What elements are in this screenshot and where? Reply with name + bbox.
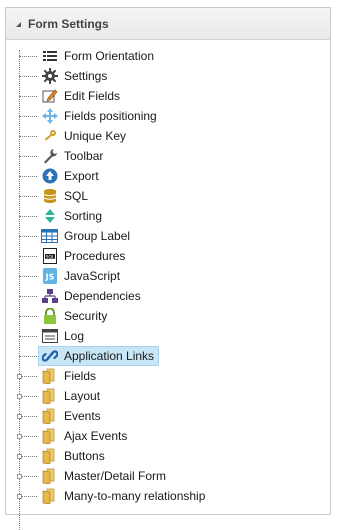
tree-item-label: Layout [64, 389, 101, 403]
chain-link-icon [41, 348, 58, 364]
tree-item[interactable]: Group Label [6, 226, 306, 246]
wrench-icon [41, 148, 58, 164]
folder-icon [41, 488, 58, 504]
export-upload-icon [41, 168, 58, 184]
tree-item[interactable]: Edit Fields [6, 86, 306, 106]
tree-connector [19, 156, 37, 157]
panel-header[interactable]: Form Settings [6, 8, 330, 40]
move-arrows-icon [41, 108, 58, 124]
gear-icon [41, 68, 58, 84]
tree-connector [19, 236, 37, 237]
tree-item[interactable]: Form Orientation [6, 46, 306, 66]
tree-item[interactable]: Log [6, 326, 306, 346]
tree-item[interactable]: Dependencies [6, 286, 306, 306]
tree-item-label: Edit Fields [64, 89, 121, 103]
lock-icon [41, 308, 58, 324]
tree-item-label: Export [64, 169, 99, 183]
tree-item-label: Security [64, 309, 108, 323]
folder-icon [41, 448, 58, 464]
tree-item-label: Master/Detail Form [64, 469, 167, 483]
tree-item[interactable]: Sorting [6, 206, 306, 226]
tree-item-label: Log [64, 329, 85, 343]
tree-item-label: Ajax Events [64, 429, 128, 443]
collapse-arrow-icon[interactable] [16, 22, 21, 27]
tree-item[interactable]: Toolbar [6, 146, 306, 166]
tree-connector [19, 336, 37, 337]
tree-item-label: Fields [64, 369, 97, 383]
expand-toggle[interactable] [17, 454, 22, 459]
tree-item-label: Fields positioning [64, 109, 157, 123]
tree-connector [19, 296, 37, 297]
tree-item-label: Many-to-many relationship [64, 489, 206, 503]
hierarchy-icon [41, 288, 58, 304]
tree-connector [19, 76, 37, 77]
tree-connector [19, 196, 37, 197]
tree-connector [19, 176, 37, 177]
tree-item-label: Unique Key [64, 129, 127, 143]
tree-connector [19, 356, 37, 357]
expand-toggle[interactable] [17, 494, 22, 499]
folder-icon [41, 428, 58, 444]
tree-item-label: Procedures [64, 249, 126, 263]
tree-connector [19, 116, 37, 117]
tree-item[interactable]: JS JavaScript [6, 266, 306, 286]
tree-item-label: Dependencies [64, 289, 141, 303]
tree-connector [19, 96, 37, 97]
log-window-icon [41, 328, 58, 344]
tree-item[interactable]: Many-to-many relationship [6, 486, 306, 506]
tree-item[interactable]: SQL Procedures [6, 246, 306, 266]
database-icon [41, 188, 58, 204]
folder-icon [41, 368, 58, 384]
tree-item[interactable]: Buttons [6, 446, 306, 466]
svg-text:JS: JS [44, 273, 54, 282]
expand-toggle[interactable] [17, 474, 22, 479]
tree-item-label: Sorting [64, 209, 103, 223]
edit-fields-icon [41, 88, 58, 104]
grid-table-icon [41, 228, 58, 244]
list-lines-icon [41, 48, 58, 64]
tree-item[interactable]: Security [6, 306, 306, 326]
panel-title: Form Settings [28, 16, 109, 31]
tree-item-label: Settings [64, 69, 108, 83]
tree-connector [19, 216, 37, 217]
tree-item[interactable]: Master/Detail Form [6, 466, 306, 486]
tree-connector [19, 276, 37, 277]
folder-icon [41, 408, 58, 424]
tree-item-label: Group Label [64, 229, 131, 243]
expand-toggle[interactable] [17, 374, 22, 379]
expand-toggle[interactable] [17, 414, 22, 419]
javascript-icon: JS [41, 268, 58, 284]
tree-connector [19, 136, 37, 137]
tree-item-label: Events [64, 409, 101, 423]
expand-toggle[interactable] [17, 394, 22, 399]
tree-item-label: JavaScript [64, 269, 121, 283]
tree-item[interactable]: Ajax Events [6, 426, 306, 446]
settings-tree: Form Orientation Settings Edit Fields Field… [6, 40, 330, 530]
sort-arrows-icon [41, 208, 58, 224]
tree-connector [19, 56, 37, 57]
tree-item[interactable]: Fields positioning [6, 106, 306, 126]
tree-item-label: Toolbar [64, 149, 104, 163]
tree-item[interactable]: Unique Key [6, 126, 306, 146]
tree-connector [19, 316, 37, 317]
sql-file-icon: SQL [41, 248, 58, 264]
tree-item[interactable]: Layout [6, 386, 306, 406]
tree-item[interactable]: SQL [6, 186, 306, 206]
folder-icon [41, 388, 58, 404]
key-icon [41, 128, 58, 144]
tree-item[interactable]: Settings [6, 66, 306, 86]
svg-text:SQL: SQL [45, 254, 54, 260]
tree-item-label: Buttons [64, 449, 105, 463]
tree-item-label: SQL [64, 189, 89, 203]
tree-item-label: Form Orientation [64, 49, 155, 63]
tree-item[interactable]: Events [6, 406, 306, 426]
tree-item-label: Application Links [64, 349, 155, 363]
folder-icon [41, 468, 58, 484]
tree-item[interactable]: Application Links [6, 346, 306, 366]
tree-item[interactable]: Fields [6, 366, 306, 386]
tree-item[interactable]: Export [6, 166, 306, 186]
tree-connector [19, 256, 37, 257]
expand-toggle[interactable] [17, 434, 22, 439]
form-settings-panel: Form Settings Form Orientation Settings Ed… [5, 7, 331, 530]
